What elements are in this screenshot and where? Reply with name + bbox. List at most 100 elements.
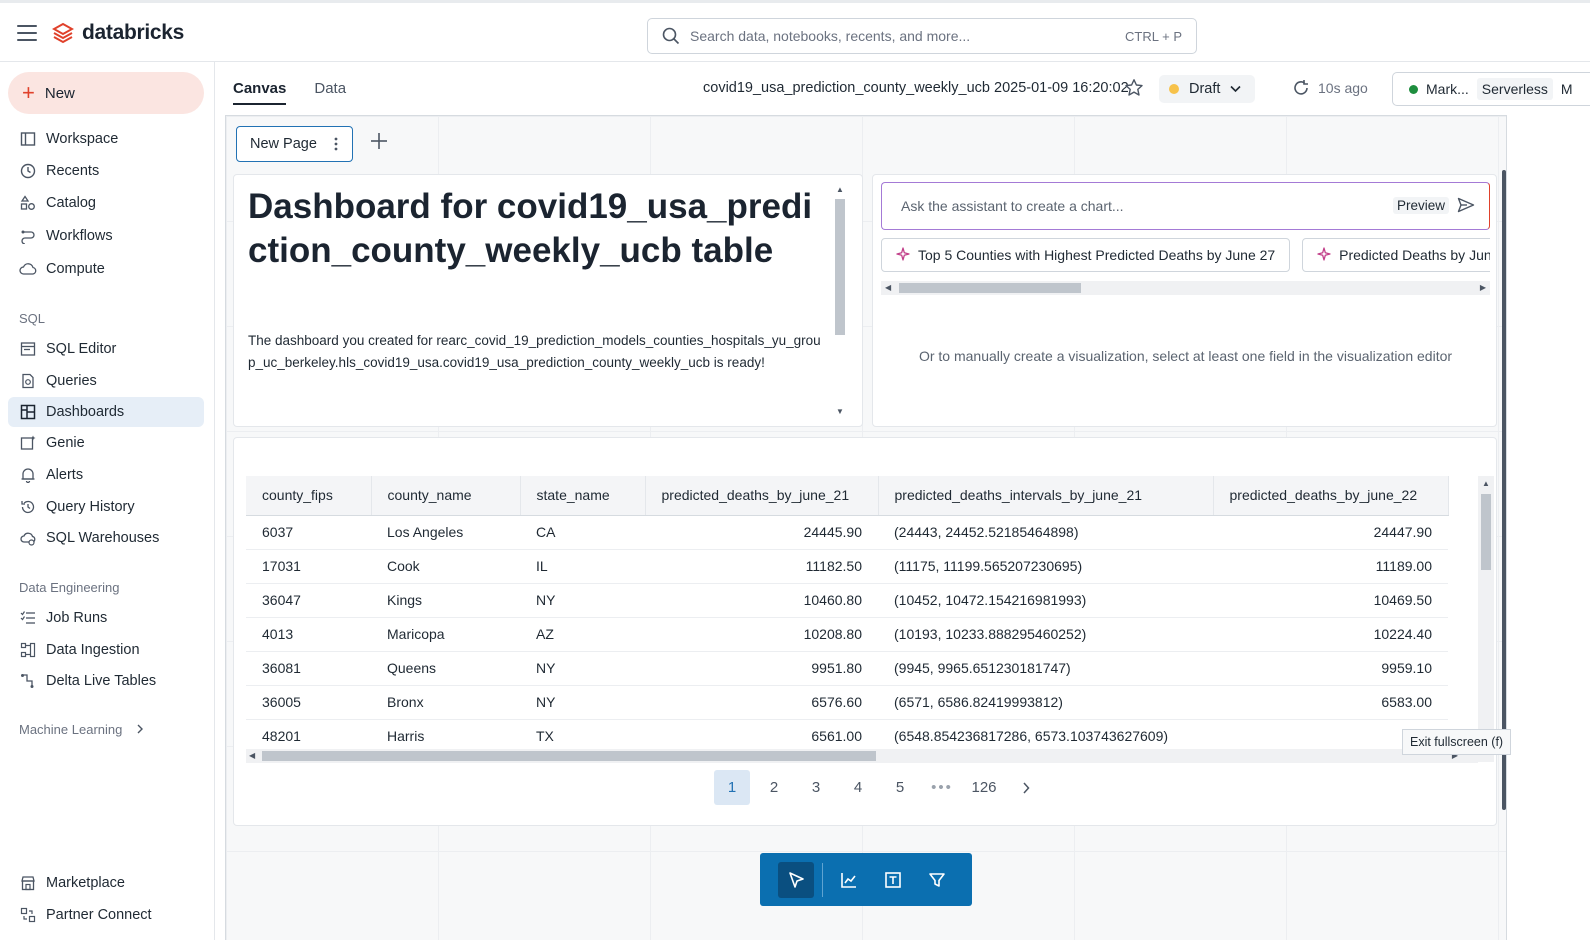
- page-button-last[interactable]: 126: [966, 770, 1002, 805]
- sidebar-item-sql-editor[interactable]: SQL Editor: [8, 334, 204, 364]
- sidebar-item-data-ingestion[interactable]: Data Ingestion: [8, 635, 204, 665]
- page-button-5[interactable]: 5: [882, 770, 918, 805]
- data-engineering-section-label: Data Engineering: [19, 580, 120, 595]
- page-button-2[interactable]: 2: [756, 770, 792, 805]
- scrollbar-thumb[interactable]: [1481, 494, 1491, 570]
- table-widget[interactable]: county_fips county_name state_name predi…: [233, 437, 1497, 826]
- sidebar-item-label: Job Runs: [46, 610, 108, 626]
- catalog-icon: [19, 194, 37, 212]
- sidebar-item-label: Marketplace: [46, 875, 125, 891]
- column-header[interactable]: county_fips: [246, 476, 372, 516]
- tab-data[interactable]: Data: [314, 80, 346, 105]
- table-cell: (24443, 24452.52185464898): [878, 515, 1213, 550]
- column-header[interactable]: county_name: [371, 476, 521, 516]
- dashboard-title[interactable]: covid19_usa_prediction_county_weekly_ucb…: [703, 80, 1129, 96]
- top-bar: databricks Search data, notebooks, recen…: [0, 3, 1590, 62]
- sidebar-item-marketplace[interactable]: Marketplace: [8, 868, 204, 898]
- table-horizontal-scrollbar[interactable]: ◀ ▶: [246, 749, 1478, 763]
- column-header[interactable]: predicted_deaths_by_june_21: [645, 476, 879, 516]
- suggestions-scrollbar[interactable]: ◀ ▶: [881, 281, 1490, 295]
- warehouse-selector[interactable]: Mark... Serverless M: [1392, 72, 1590, 106]
- table-row: 48201 Harris TX 6561.00 (6548.8542368172…: [246, 719, 1448, 754]
- sidebar-item-recents[interactable]: Recents: [8, 156, 204, 186]
- page-ellipsis[interactable]: •••: [924, 770, 960, 805]
- table-cell: 24445.90: [645, 515, 878, 550]
- sidebar-item-workspace[interactable]: Workspace: [8, 124, 204, 154]
- table-cell: 17031: [246, 549, 371, 584]
- sidebar-item-query-history[interactable]: Query History: [8, 492, 204, 522]
- ingestion-icon: [19, 641, 37, 659]
- sidebar-item-genie[interactable]: Genie: [8, 428, 204, 458]
- clock-icon: [19, 162, 37, 180]
- table-cell: 4013: [246, 617, 371, 652]
- table-cell: 6583.00: [1213, 685, 1448, 720]
- sidebar-item-workflows[interactable]: Workflows: [8, 221, 204, 251]
- send-icon[interactable]: [1457, 197, 1475, 216]
- sidebar-item-dashboards[interactable]: Dashboards: [8, 397, 204, 427]
- scroll-down-arrow-icon[interactable]: ▼: [836, 407, 844, 416]
- sidebar-item-catalog[interactable]: Catalog: [8, 188, 204, 218]
- column-header[interactable]: predicted_deaths_by_june_22: [1213, 476, 1449, 516]
- suggestion-chip[interactable]: Top 5 Counties with Highest Predicted De…: [881, 238, 1291, 272]
- scrollbar-thumb[interactable]: [899, 283, 1081, 293]
- search-icon: [662, 27, 680, 45]
- text-widget-scrollbar[interactable]: ▲ ▼: [834, 183, 846, 418]
- scrollbar-thumb[interactable]: [835, 199, 845, 335]
- menu-icon[interactable]: [17, 25, 37, 41]
- add-filter-button[interactable]: [919, 862, 955, 898]
- select-tool-button[interactable]: [778, 861, 814, 898]
- column-header[interactable]: state_name: [520, 476, 646, 516]
- scrollbar-thumb[interactable]: [262, 751, 876, 761]
- sidebar-item-job-runs[interactable]: Job Runs: [8, 603, 204, 633]
- refresh-button[interactable]: 10s ago: [1292, 79, 1368, 97]
- page-tab-new-page[interactable]: New Page: [236, 126, 353, 162]
- partner-connect-icon: [19, 906, 37, 924]
- table-cell: 48201: [246, 719, 371, 754]
- scroll-right-arrow-icon[interactable]: ▶: [1480, 283, 1486, 292]
- search-input[interactable]: Search data, notebooks, recents, and mor…: [647, 18, 1197, 54]
- sidebar-item-compute[interactable]: Compute: [8, 254, 204, 284]
- scroll-left-arrow-icon[interactable]: ◀: [885, 283, 891, 292]
- table-row: 36005 Bronx NY 6576.60 (6571, 6586.82419…: [246, 685, 1448, 720]
- logo[interactable]: databricks: [52, 21, 184, 45]
- genie-icon: [19, 434, 37, 452]
- page-button-3[interactable]: 3: [798, 770, 834, 805]
- scroll-up-arrow-icon[interactable]: ▲: [836, 185, 844, 194]
- next-page-button[interactable]: [1008, 770, 1044, 805]
- page-tab-label: New Page: [250, 136, 317, 152]
- sidebar-item-label: Dashboards: [46, 404, 125, 420]
- page-button-4[interactable]: 4: [840, 770, 876, 805]
- machine-learning-section[interactable]: Machine Learning: [19, 722, 144, 737]
- star-icon[interactable]: [1124, 78, 1144, 101]
- sidebar-item-alerts[interactable]: Alerts: [8, 460, 204, 490]
- column-header[interactable]: predicted_deaths_intervals_by_june_21: [878, 476, 1214, 516]
- add-text-box-button[interactable]: [875, 862, 911, 898]
- page-button-1[interactable]: 1: [714, 770, 750, 805]
- list-icon: [19, 609, 37, 627]
- scroll-left-arrow-icon[interactable]: ◀: [249, 751, 255, 760]
- sql-editor-icon: [19, 340, 37, 358]
- sidebar-item-delta-live-tables[interactable]: Delta Live Tables: [8, 666, 204, 696]
- scroll-up-arrow-icon[interactable]: ▲: [1482, 479, 1490, 488]
- sidebar-item-queries[interactable]: Queries: [8, 366, 204, 396]
- search-shortcut: CTRL + P: [1125, 28, 1182, 44]
- canvas-scrollbar[interactable]: [1502, 170, 1506, 810]
- workflows-icon: [19, 227, 37, 245]
- sidebar-item-sql-warehouses[interactable]: SQL Warehouses: [8, 523, 204, 553]
- table-vertical-scrollbar[interactable]: ▲: [1478, 476, 1494, 762]
- assistant-prompt-input[interactable]: Ask the assistant to create a chart... P…: [881, 182, 1490, 230]
- suggestion-chip[interactable]: Predicted Deaths by June 2: [1302, 238, 1490, 272]
- add-visualization-button[interactable]: [831, 862, 867, 898]
- text-widget[interactable]: Dashboard for covid19_usa_prediction_cou…: [233, 174, 863, 427]
- sidebar-item-partner-connect[interactable]: Partner Connect: [8, 900, 204, 930]
- add-page-button[interactable]: [370, 131, 388, 155]
- tab-canvas[interactable]: Canvas: [233, 80, 287, 105]
- draft-status-dropdown[interactable]: Draft: [1159, 75, 1255, 103]
- manual-visualization-hint: Or to manually create a visualization, s…: [918, 348, 1453, 364]
- table-cell: AZ: [520, 617, 645, 652]
- new-button[interactable]: + New: [8, 72, 204, 114]
- table-cell: 10208.80: [645, 617, 878, 652]
- kebab-menu-icon[interactable]: [334, 136, 338, 156]
- table-cell: 6561.00: [645, 719, 878, 754]
- sql-section-label: SQL: [19, 311, 46, 326]
